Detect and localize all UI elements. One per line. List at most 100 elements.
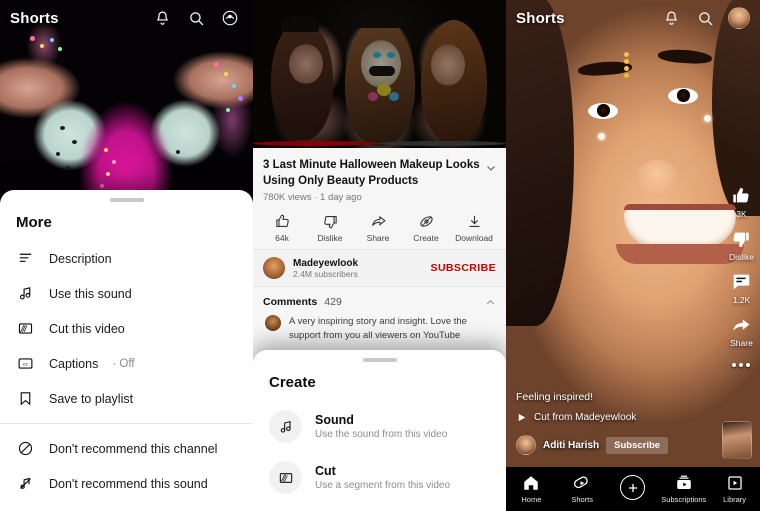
- video-title: 3 Last Minute Halloween Makeup Looks Usi…: [263, 159, 480, 187]
- svg-text:cc: cc: [23, 363, 28, 368]
- download-button[interactable]: Download: [451, 213, 497, 243]
- face-gem-right: [704, 115, 711, 122]
- menu-item-cut-this-video[interactable]: Cut this video: [0, 311, 253, 346]
- like-button[interactable]: 3K: [730, 185, 752, 219]
- eye-left: [588, 103, 618, 119]
- comments-button[interactable]: 1.2K: [730, 271, 752, 305]
- share-button[interactable]: Share: [355, 213, 401, 243]
- channel-row[interactable]: Madeyewlook 2.4M subscribers SUBSCRIBE: [253, 249, 506, 288]
- menu-item-dont-recommend-channel[interactable]: Don't recommend this channel: [0, 431, 253, 466]
- comments-count: 429: [324, 296, 342, 309]
- bottom-navigation-bar: Home Shorts Subscriptions Library: [506, 467, 760, 511]
- subscribe-button[interactable]: SUBSCRIBE: [431, 262, 496, 274]
- dislike-button[interactable]: Dislike: [729, 228, 754, 262]
- comments-label: Comments: [263, 296, 318, 309]
- dislike-button[interactable]: Dislike: [307, 213, 353, 243]
- smile-teeth: [624, 208, 736, 248]
- create-option-title: Sound: [315, 413, 354, 427]
- action-label: Share: [366, 233, 390, 244]
- share-button[interactable]: Share: [730, 314, 753, 348]
- nav-item-subscriptions[interactable]: Subscriptions: [658, 474, 709, 504]
- action-label: Download: [455, 233, 493, 244]
- search-icon[interactable]: [692, 5, 718, 31]
- menu-item-dont-recommend-sound[interactable]: Don't recommend this sound: [0, 466, 253, 501]
- menu-divider: [0, 423, 253, 424]
- video-thumbnail[interactable]: [722, 421, 752, 459]
- subscribe-button[interactable]: Subscribe: [606, 436, 669, 454]
- menu-item-description[interactable]: Description: [0, 241, 253, 276]
- middle-panel: 3 Last Minute Halloween Makeup Looks Usi…: [253, 0, 506, 511]
- channel-avatar: [263, 257, 285, 280]
- video-meta: 780K views · 1 day ago: [263, 192, 362, 204]
- comments-header[interactable]: Comments 429: [253, 287, 506, 313]
- comment-count: 1.2K: [732, 295, 751, 305]
- nav-item-library[interactable]: Library: [709, 474, 760, 504]
- music-note-icon: [16, 284, 35, 303]
- account-avatar[interactable]: [728, 7, 750, 29]
- bookmark-icon: [16, 389, 35, 408]
- camera-icon[interactable]: [217, 5, 243, 31]
- top-comment[interactable]: A very inspiring story and insight. Love…: [253, 313, 506, 343]
- like-button[interactable]: 64k: [259, 213, 305, 243]
- menu-label: Cut this video: [49, 321, 125, 336]
- nav-item-shorts[interactable]: Shorts: [557, 474, 608, 504]
- nav-label: Home: [521, 495, 542, 504]
- sound-attribution[interactable]: Cut from Madeyewlook: [516, 412, 752, 423]
- sheet-title: More: [16, 214, 52, 231]
- channel-name: Madeyewlook: [293, 257, 359, 269]
- comment-text: A very inspiring story and insight. Love…: [289, 316, 467, 341]
- notifications-icon[interactable]: [149, 5, 175, 31]
- right-page-title: Shorts: [516, 9, 565, 27]
- create-option-subtitle: Use a segment from this video: [315, 480, 451, 491]
- nav-item-home[interactable]: Home: [506, 474, 557, 504]
- chevron-up-icon[interactable]: [485, 297, 496, 308]
- block-channel-icon: [16, 439, 35, 458]
- create-option-cut[interactable]: Cut Use a segment from this video: [253, 452, 506, 503]
- right-action-rail: 3K Dislike 1.2K Share: [729, 185, 754, 367]
- like-count: 3K: [736, 209, 747, 219]
- sound-label: Cut from Madeyewlook: [534, 412, 637, 423]
- chevron-down-icon[interactable]: [485, 162, 497, 174]
- cut-icon: [16, 319, 35, 338]
- left-page-title: Shorts: [10, 9, 59, 27]
- menu-label: Use this sound: [49, 286, 132, 301]
- video-action-bar: 64k Dislike Share Create Download: [253, 203, 506, 249]
- menu-item-captions[interactable]: cc Captions · Off: [0, 346, 253, 381]
- channel-subscribers: 2.4M subscribers: [293, 268, 358, 279]
- notifications-icon[interactable]: [658, 5, 684, 31]
- more-horizontal-icon[interactable]: [732, 363, 751, 367]
- left-panel: Shorts More Description Use this sound C…: [0, 0, 253, 511]
- nav-label: Library: [723, 495, 747, 504]
- create-option-subtitle: Use the sound from this video: [315, 429, 448, 440]
- nav-label: Shorts: [571, 495, 594, 504]
- face-gem-left: [598, 133, 605, 140]
- hair-left: [506, 0, 574, 326]
- menu-label: Don't recommend this channel: [49, 441, 218, 456]
- menu-label: Save to playlist: [49, 391, 134, 406]
- search-icon[interactable]: [183, 5, 209, 31]
- action-label: Dislike: [317, 233, 343, 244]
- menu-item-report[interactable]: Report: [0, 501, 253, 511]
- play-icon: [516, 412, 527, 423]
- channel-name: Aditi Harish: [543, 439, 600, 451]
- action-label: Create: [413, 233, 439, 244]
- create-option-sound[interactable]: Sound Use the sound from this video: [253, 401, 506, 452]
- dislike-label: Dislike: [728, 252, 754, 262]
- lower-lip: [616, 244, 744, 264]
- save-button[interactable]: Sa: [499, 213, 506, 243]
- video-caption: Feeling inspired!: [516, 391, 594, 403]
- channel-row[interactable]: Aditi Harish Subscribe: [516, 435, 752, 455]
- eyebrow-left: [577, 60, 633, 77]
- action-label: 64k: [275, 233, 289, 244]
- captions-value: · Off: [112, 357, 135, 370]
- create-bottom-sheet: Create Sound Use the sound from this vid…: [253, 350, 506, 511]
- channel-avatar: [516, 435, 536, 455]
- menu-label: Don't recommend this sound: [49, 476, 208, 491]
- create-button[interactable]: Create: [403, 213, 449, 243]
- menu-label: Captions: [49, 356, 99, 371]
- menu-item-use-this-sound[interactable]: Use this sound: [0, 276, 253, 311]
- menu-item-save-to-playlist[interactable]: Save to playlist: [0, 381, 253, 416]
- nav-item-create[interactable]: [608, 475, 659, 503]
- eye-right: [668, 88, 698, 104]
- right-shorts-header: Shorts: [506, 0, 760, 36]
